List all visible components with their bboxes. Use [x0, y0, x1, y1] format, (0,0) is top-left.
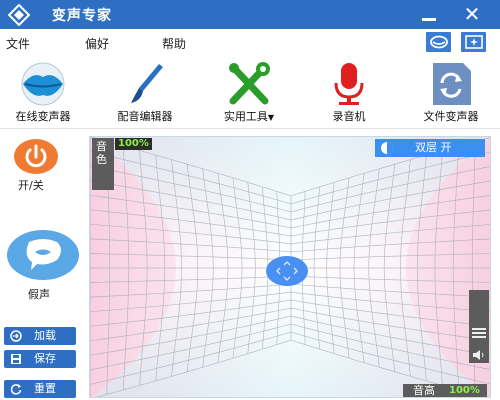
tool-label: 实用工具	[223, 110, 268, 123]
tools-wrench-icon	[229, 62, 270, 105]
pitch-label: 音高	[413, 384, 435, 397]
file-refresh-icon	[433, 63, 471, 105]
fake-voice-label: 假声	[28, 288, 50, 301]
power-button[interactable]	[14, 139, 58, 174]
sparkle-skin-icon	[465, 35, 483, 49]
power-label: 开/关	[18, 179, 44, 192]
reset-button[interactable]: 重置	[4, 380, 76, 398]
level-bars	[472, 328, 486, 338]
menu-help[interactable]: 帮助	[162, 35, 186, 52]
menu-file[interactable]: 文件	[6, 35, 30, 52]
timbre-label: 音色	[96, 140, 107, 166]
load-button[interactable]: 加载	[4, 327, 76, 345]
tool-recorder[interactable]: 录音机	[306, 57, 392, 129]
microphone-icon	[334, 63, 364, 105]
tool-label: 录音机	[332, 110, 366, 123]
sparkle-skin-button[interactable]	[460, 31, 487, 53]
tool-utilities[interactable]: 实用工具▼	[204, 57, 294, 129]
menu-preferences[interactable]: 偏好	[85, 35, 109, 52]
tool-label: 配音编辑器	[117, 110, 173, 123]
tool-file-voice-changer[interactable]: 文件变声器	[406, 57, 496, 129]
skin-mask-button[interactable]	[425, 31, 452, 53]
title-bar: 变声专家 ✕	[0, 0, 500, 29]
power-icon	[25, 144, 47, 168]
skin-mask-icon	[430, 35, 448, 49]
left-panel: 开/关 假声 加载 保存 重置	[0, 130, 88, 400]
speaker-icon	[473, 350, 484, 360]
timbre-percent: 100%	[115, 138, 152, 150]
double-layer-toggle[interactable]: 双层 开	[375, 139, 485, 157]
pitch-percent: 100%	[449, 385, 480, 396]
double-layer-label: 双层 开	[415, 141, 452, 154]
move-arrows-icon	[276, 261, 298, 281]
half-circle-icon	[381, 142, 393, 154]
save-label: 保存	[34, 352, 56, 365]
minimize-button[interactable]	[417, 4, 441, 26]
tool-online-voice-changer[interactable]: 在线变声器	[0, 57, 86, 129]
load-icon	[10, 330, 22, 342]
reset-label: 重置	[34, 382, 56, 395]
window-title: 变声专家	[52, 8, 112, 24]
paintbrush-icon	[131, 64, 163, 103]
tool-label: 文件变声器	[423, 110, 479, 123]
lips-icon	[21, 62, 65, 106]
save-button[interactable]: 保存	[4, 350, 76, 368]
toolbar: 在线变声器 配音编辑器 实用工具▼ 录音机 文件变声器	[0, 57, 500, 129]
tool-label: 在线变声器	[15, 110, 71, 123]
fake-voice-button[interactable]	[7, 230, 79, 280]
close-button[interactable]: ✕	[460, 2, 484, 26]
voice-pad[interactable]: 音色 100% 双层 开 音高 100%	[89, 136, 491, 398]
tool-label-wrap: 实用工具▼	[204, 108, 294, 124]
save-icon	[11, 354, 21, 364]
pad-center-knob[interactable]	[266, 256, 308, 286]
speech-bubble-lips-icon	[26, 239, 62, 270]
volume-slider[interactable]	[469, 290, 489, 363]
timbre-meter[interactable]: 音色	[92, 138, 114, 190]
reset-icon	[10, 384, 22, 395]
load-label: 加载	[34, 329, 56, 342]
diamond-logo-icon	[8, 4, 30, 26]
tool-dubbing-editor[interactable]: 配音编辑器	[102, 57, 188, 129]
chevron-down-icon: ▼	[267, 113, 275, 122]
